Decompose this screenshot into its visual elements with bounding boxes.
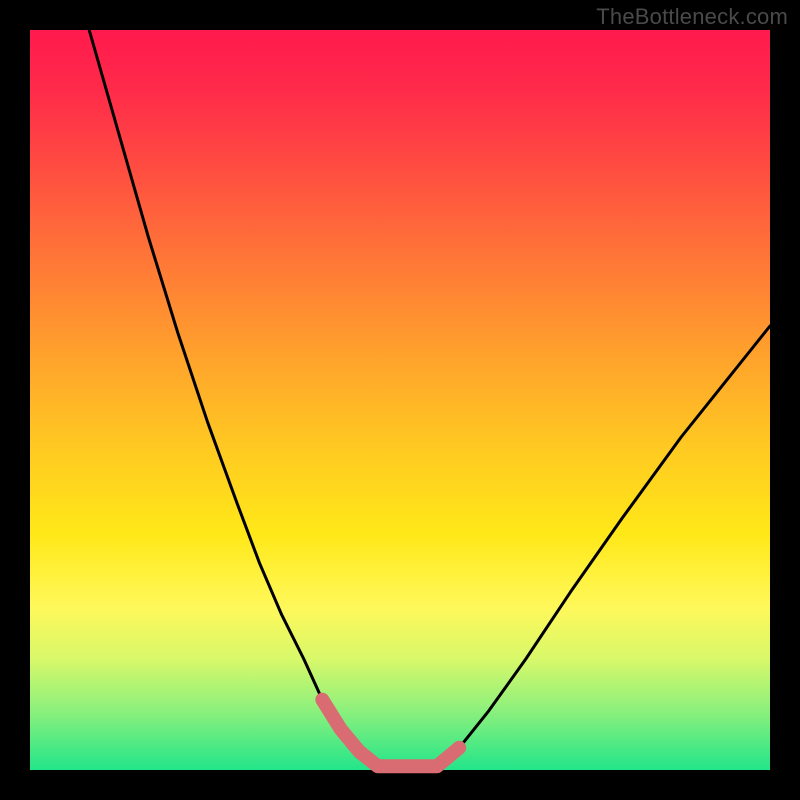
pink-highlight-path <box>322 700 459 767</box>
watermark-text: TheBottleneck.com <box>596 4 788 30</box>
curve-svg <box>30 30 770 770</box>
chart-frame: TheBottleneck.com <box>0 0 800 800</box>
plot-area <box>30 30 770 770</box>
black-curve-path <box>89 30 770 766</box>
